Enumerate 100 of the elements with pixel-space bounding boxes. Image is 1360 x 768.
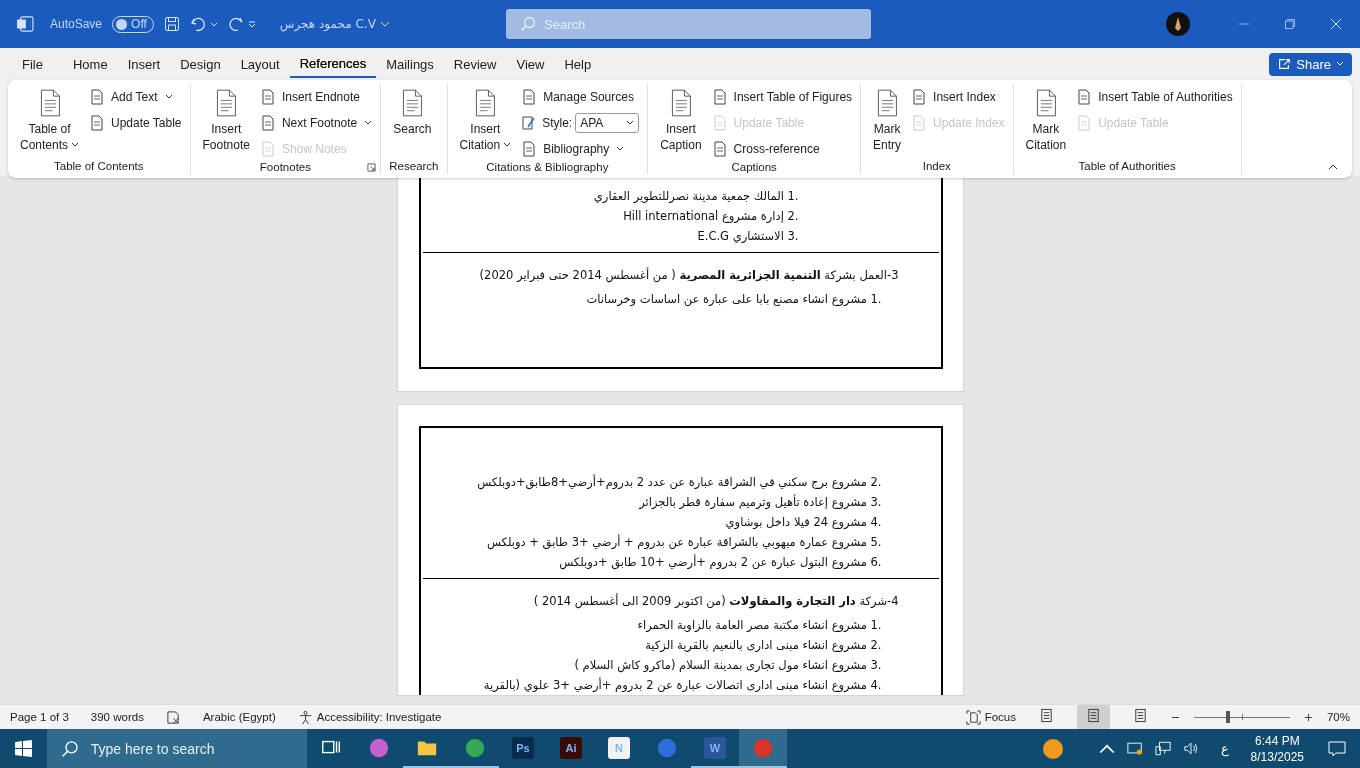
- app-icon[interactable]: [368, 736, 390, 759]
- ribbon-button[interactable]: Insert Table of Figures: [711, 86, 853, 108]
- zoom-slider[interactable]: [1193, 711, 1290, 723]
- page-icon: [1132, 708, 1148, 723]
- page-count[interactable]: Page 1 of 3: [10, 711, 69, 723]
- language-status[interactable]: Arabic (Egypt): [202, 711, 276, 723]
- menu-tab[interactable]: Layout: [230, 50, 290, 78]
- ribbon-button[interactable]: Mark Entry: [869, 84, 906, 158]
- caret-icon: [71, 142, 80, 148]
- zoom-level[interactable]: 70%: [1326, 711, 1350, 723]
- document-icon: [400, 88, 425, 118]
- ribbon-button[interactable]: Insert Citation: [455, 84, 516, 160]
- caret-icon: [626, 120, 635, 126]
- group-label: Table of Contents: [54, 160, 144, 172]
- restore-icon[interactable]: [1284, 18, 1296, 30]
- ribbon-button[interactable]: Cross-reference: [711, 138, 853, 160]
- collapse-ribbon-icon[interactable]: [1328, 164, 1338, 170]
- sync-icon[interactable]: [1126, 741, 1143, 756]
- document-icon: [473, 88, 498, 118]
- caret-icon[interactable]: [209, 20, 218, 28]
- input-language[interactable]: ع: [1220, 741, 1229, 756]
- group-label: Citations & Bibliography: [486, 161, 609, 173]
- menu-tab[interactable]: Review: [443, 50, 507, 78]
- customize-icon[interactable]: [247, 20, 256, 28]
- redo-icon[interactable]: [227, 16, 244, 32]
- view-button[interactable]: [1076, 705, 1110, 729]
- group-label: Research: [389, 160, 439, 172]
- document-icon[interactable]: [16, 16, 34, 32]
- menu-tab[interactable]: Insert: [117, 50, 171, 78]
- caret-icon: [616, 146, 625, 152]
- document-icon: [89, 89, 106, 105]
- menu-tab[interactable]: Mailings: [376, 50, 444, 78]
- menu-tab[interactable]: References: [289, 50, 377, 78]
- zoom-in-icon[interactable]: [1303, 712, 1313, 722]
- clock-date[interactable]: 8/13/2025: [1250, 748, 1304, 765]
- ribbon-button[interactable]: Insert Table of Authorities: [1076, 86, 1233, 108]
- network-icon[interactable]: [1154, 741, 1171, 756]
- accessibility-status[interactable]: Accessibility: Investigate: [297, 709, 442, 725]
- document-icon: [214, 88, 239, 118]
- taskbar-search-field[interactable]: Type here to search: [90, 729, 307, 768]
- section-heading: 3-العمل بشركة التنمية الجزائرية المصرية ( من أغسطس 2014 حتى فبراير 2020): [478, 266, 900, 285]
- group-label: Index: [922, 160, 951, 172]
- clock-time[interactable]: 6:44 PM: [1254, 732, 1300, 749]
- proofing-icon[interactable]: [165, 709, 181, 725]
- ribbon-button[interactable]: Table of Contents: [16, 84, 84, 158]
- group-label: Captions: [731, 161, 777, 173]
- style-label: Style:: [542, 116, 573, 130]
- app-icon[interactable]: [464, 736, 486, 759]
- caret-icon: [503, 142, 512, 148]
- document-icon: [259, 115, 276, 131]
- windows-start-icon[interactable]: [15, 740, 32, 757]
- focus-button[interactable]: Focus: [965, 709, 1016, 725]
- menu-tab[interactable]: Help: [554, 50, 602, 78]
- word-count[interactable]: 390 words: [90, 711, 144, 723]
- caret-icon: [164, 94, 173, 100]
- ribbon-button[interactable]: Manage Sources: [521, 86, 640, 108]
- ribbon-button[interactable]: Insert Index: [911, 86, 1005, 108]
- ribbon-button[interactable]: Insert Caption: [656, 84, 706, 160]
- ribbon-button[interactable]: Insert Endnote: [259, 86, 373, 108]
- document-icon: [711, 89, 728, 105]
- close-icon[interactable]: [1330, 18, 1342, 30]
- ribbon-button[interactable]: Add Text: [89, 86, 182, 108]
- undo-icon[interactable]: [189, 16, 206, 32]
- document-icon: [711, 141, 728, 157]
- ribbon-button[interactable]: Update Table: [89, 112, 182, 134]
- menu-tab[interactable]: Design: [170, 50, 231, 78]
- document-icon: [259, 89, 276, 105]
- document-icon: [1076, 89, 1093, 105]
- document-icon: [911, 115, 928, 131]
- avatar[interactable]: [1166, 12, 1190, 36]
- document-icon: [89, 115, 106, 131]
- menu-tab[interactable]: View: [506, 50, 555, 78]
- volume-icon[interactable]: [1182, 741, 1199, 756]
- document-icon: [259, 141, 276, 157]
- share-button[interactable]: Share: [1269, 52, 1352, 76]
- document-icon: [875, 88, 900, 118]
- search-icon: [520, 16, 536, 32]
- group-label: Table of Authorities: [1078, 160, 1176, 172]
- caret-icon: [364, 120, 373, 126]
- notification-icon[interactable]: [1328, 740, 1346, 757]
- dialog-launcher-icon[interactable]: [367, 162, 377, 172]
- app-icon[interactable]: Ai: [560, 736, 582, 759]
- autosave-label: AutoSave: [50, 17, 103, 31]
- caret-icon: [1336, 61, 1344, 67]
- menu-tab[interactable]: Home: [62, 50, 118, 78]
- taskbar-search-box[interactable]: Type here to search: [47, 729, 307, 768]
- style-dropdown[interactable]: APA: [575, 113, 640, 133]
- ribbon-button[interactable]: Bibliography: [521, 138, 640, 160]
- document-title[interactable]: محمود هجرس C.V: [279, 17, 390, 31]
- weather-icon[interactable]: [1042, 738, 1063, 759]
- ribbon-button[interactable]: Next Footnote: [259, 112, 373, 134]
- page-icon: [1085, 708, 1101, 723]
- page-icon: [1038, 708, 1054, 723]
- app-icon[interactable]: Ps: [512, 736, 534, 759]
- save-icon[interactable]: [163, 16, 180, 32]
- menu-tab[interactable]: File: [12, 50, 63, 78]
- ribbon-button[interactable]: Insert Footnote: [198, 84, 254, 160]
- ribbon-button[interactable]: Search: [389, 84, 436, 158]
- ribbon-button[interactable]: Mark Citation: [1021, 84, 1071, 158]
- document-icon: [1076, 115, 1093, 131]
